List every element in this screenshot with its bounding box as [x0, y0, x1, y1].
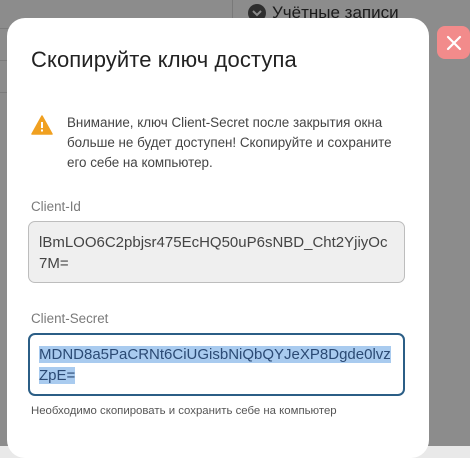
- warning-notice: Внимание, ключ Client-Secret после закры…: [31, 113, 411, 173]
- client-secret-selected-text[interactable]: MDND8a5PaCRNt6CiUGisbNiQbQYJeXP8Dgde0lvz…: [39, 346, 391, 384]
- client-secret-label: Client-Secret: [31, 311, 109, 326]
- close-icon: [446, 35, 461, 50]
- client-id-field[interactable]: lBmLOO6C2pbjsr475EcHQ50uP6sNBD_Cht2YjiyO…: [28, 221, 405, 283]
- client-id-label: Client-Id: [31, 199, 81, 214]
- close-button[interactable]: [437, 26, 470, 59]
- client-secret-field[interactable]: MDND8a5PaCRNt6CiUGisbNiQbQYJeXP8Dgde0lvz…: [28, 333, 405, 396]
- access-key-modal: Скопируйте ключ доступа Внимание, ключ C…: [7, 18, 429, 458]
- copy-hint: Необходимо скопировать и сохранить себе …: [31, 405, 337, 417]
- warning-triangle-icon: [31, 115, 53, 135]
- warning-text: Внимание, ключ Client-Secret после закры…: [67, 115, 392, 170]
- modal-title: Скопируйте ключ доступа: [31, 47, 297, 72]
